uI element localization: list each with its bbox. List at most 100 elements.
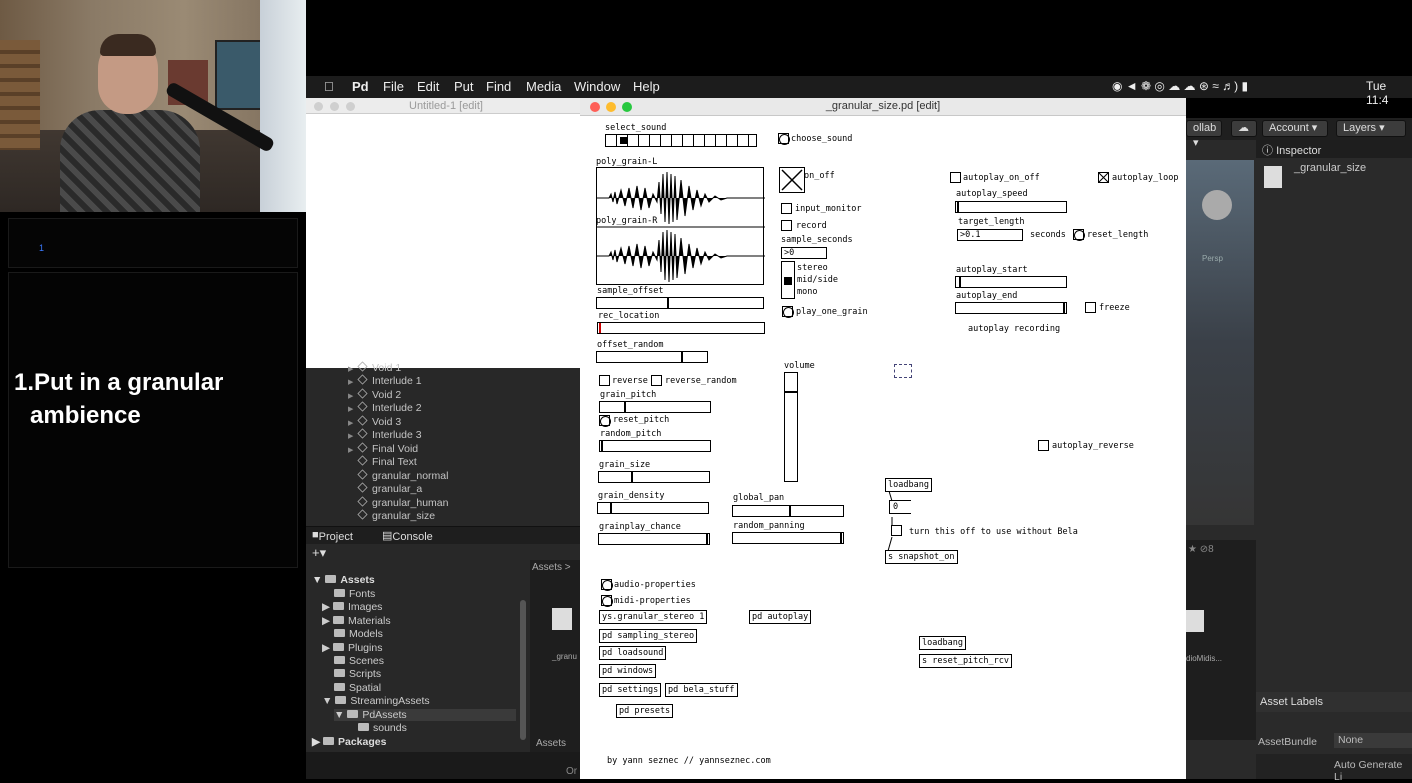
autoplay-start-slider[interactable]: [955, 276, 1067, 288]
grain-size-slider[interactable]: [598, 471, 710, 483]
reset-pitch-bang[interactable]: [599, 415, 611, 427]
record-toggle[interactable]: [781, 220, 792, 231]
hierarchy-item[interactable]: granular_a: [357, 482, 422, 495]
menu-media[interactable]: Media: [526, 79, 561, 94]
account-dropdown[interactable]: Account ▾: [1262, 120, 1328, 137]
autoplay-on-off-toggle[interactable]: [950, 172, 961, 183]
hierarchy-item[interactable]: Interlude 1: [357, 374, 422, 387]
folder-item[interactable]: ▶ Images: [322, 601, 382, 613]
reverse-toggle[interactable]: [599, 375, 610, 386]
scene-gizmo[interactable]: [1202, 190, 1232, 220]
loadbang-object-2[interactable]: loadbang: [919, 636, 966, 650]
target-length-number[interactable]: >0.1: [957, 229, 1023, 241]
reset-length-bang[interactable]: [1073, 229, 1085, 241]
folder-item[interactable]: ▶ Plugins: [322, 642, 382, 654]
zoom-button[interactable]: [346, 102, 355, 111]
scene-view[interactable]: Persp: [1186, 160, 1254, 525]
freeze-toggle[interactable]: [1085, 302, 1096, 313]
midi-properties-bang[interactable]: [601, 595, 613, 607]
scrollbar[interactable]: [520, 600, 526, 740]
on-off-toggle[interactable]: [779, 167, 805, 193]
menu-help[interactable]: Help: [633, 79, 660, 94]
pd-bela-stuff-object[interactable]: pd bela_stuff: [665, 683, 738, 697]
stereo-mode-radio[interactable]: [781, 261, 795, 299]
pd-settings-object[interactable]: pd settings: [599, 683, 662, 697]
layers-dropdown[interactable]: Layers ▾: [1336, 120, 1406, 137]
play-one-grain-bang[interactable]: [782, 306, 794, 318]
pd-loadsound-object[interactable]: pd loadsound: [599, 646, 667, 660]
grain-pitch-slider[interactable]: [599, 401, 711, 413]
folder-item[interactable]: Fonts: [334, 588, 375, 600]
sample-seconds-number[interactable]: >0: [781, 247, 827, 259]
select-sound-radio[interactable]: [605, 134, 757, 147]
minimize-button[interactable]: [330, 102, 339, 111]
hierarchy-item[interactable]: Interlude 3: [357, 428, 422, 441]
hierarchy-item[interactable]: Void 3: [357, 415, 401, 428]
cloud-icon[interactable]: ☁: [1231, 120, 1257, 137]
pd-window-titlebar[interactable]: _granular_size.pd [edit]: [580, 98, 1186, 116]
folder-item-selected[interactable]: ▼ PdAssets: [334, 709, 516, 721]
grainplay-chance-slider[interactable]: [598, 533, 710, 545]
hierarchy-item[interactable]: granular_normal: [357, 469, 448, 482]
hierarchy-item[interactable]: Final Void: [357, 442, 418, 455]
random-pitch-slider[interactable]: [599, 440, 711, 452]
menu-edit[interactable]: Edit: [417, 79, 439, 94]
apple-icon[interactable]: : [324, 79, 334, 94]
input-monitor-toggle[interactable]: [781, 203, 792, 214]
audio-properties-bang[interactable]: [601, 579, 613, 591]
menu-put[interactable]: Put: [454, 79, 474, 94]
volume-slider[interactable]: [784, 372, 798, 482]
pd-file-icon[interactable]: [1186, 610, 1204, 632]
autoplay-loop-toggle[interactable]: [1098, 172, 1109, 183]
menu-find[interactable]: Find: [486, 79, 511, 94]
offset-random-slider[interactable]: [596, 351, 708, 363]
choose-sound-bang[interactable]: [778, 133, 790, 145]
untitled-titlebar[interactable]: Untitled-1 [edit]: [306, 98, 586, 114]
pd-autoplay-object[interactable]: pd autoplay: [749, 610, 812, 624]
assets-breadcrumb-bottom[interactable]: Assets: [536, 738, 566, 749]
autoplay-end-slider[interactable]: [955, 302, 1067, 314]
reverse-random-toggle[interactable]: [651, 375, 662, 386]
hierarchy-item[interactable]: granular_human: [357, 496, 448, 509]
granular-stereo-object[interactable]: ys.granular_stereo 1: [599, 610, 708, 624]
tab-console[interactable]: ▤ Console: [382, 529, 433, 543]
hierarchy-item[interactable]: Interlude 2: [357, 401, 422, 414]
folder-item[interactable]: ▼ StreamingAssets: [322, 695, 430, 707]
pd-file-icon[interactable]: [552, 608, 572, 630]
folder-item[interactable]: Spatial: [334, 682, 381, 694]
sample-offset-slider[interactable]: [596, 297, 764, 309]
star-icon[interactable]: ★ ⊘8: [1188, 544, 1214, 555]
folder-packages[interactable]: ▶ Packages: [312, 736, 386, 748]
folder-item[interactable]: ▶ Materials: [322, 615, 391, 627]
autoplay-speed-slider[interactable]: [955, 201, 1067, 213]
grain-density-slider[interactable]: [597, 502, 709, 514]
asset-labels-header[interactable]: Asset Labels: [1256, 692, 1412, 712]
waveform-array[interactable]: [596, 167, 765, 285]
send-reset-pitch-rcv-object[interactable]: s reset_pitch_rcv: [919, 654, 1012, 668]
pd-windows-object[interactable]: pd windows: [599, 664, 657, 678]
status-icons[interactable]: ◉ ◄ ❁ ◎ ☁ ☁ ⊛ ≈ ♬) ▮: [1112, 79, 1248, 93]
autoplay-reverse-toggle[interactable]: [1038, 440, 1049, 451]
tab-project[interactable]: ■ Project: [312, 529, 353, 543]
folder-item[interactable]: Scripts: [334, 668, 381, 680]
global-pan-slider[interactable]: [732, 505, 844, 517]
pd-presets-object[interactable]: pd presets: [616, 704, 674, 718]
pd-canvas[interactable]: select_sound choose_sound poly_grain-L p…: [580, 116, 1186, 779]
inspector-header[interactable]: ⓘ Inspector: [1256, 140, 1412, 158]
close-button[interactable]: [590, 102, 600, 112]
folder-item[interactable]: Models: [334, 628, 383, 640]
hierarchy-item[interactable]: Final Text: [357, 455, 417, 468]
untitled-window[interactable]: [306, 98, 586, 368]
slide-thumbnail[interactable]: 1: [8, 218, 298, 268]
hierarchy-item[interactable]: granular_size: [357, 509, 435, 522]
collab-dropdown[interactable]: ollab ▾: [1186, 120, 1222, 149]
zoom-button[interactable]: [622, 102, 632, 112]
asset-bundle-dropdown[interactable]: None: [1334, 733, 1412, 748]
folder-item[interactable]: Scenes: [334, 655, 384, 667]
dsp-indicator-icon[interactable]: [894, 364, 912, 378]
folder-assets[interactable]: ▼ Assets: [312, 574, 375, 586]
hierarchy-item[interactable]: Void 2: [357, 388, 401, 401]
hierarchy-item[interactable]: Void 1: [357, 361, 401, 374]
send-snapshot-on-object[interactable]: s snapshot_on: [885, 550, 958, 564]
clock[interactable]: Tue 11:4: [1366, 79, 1412, 107]
